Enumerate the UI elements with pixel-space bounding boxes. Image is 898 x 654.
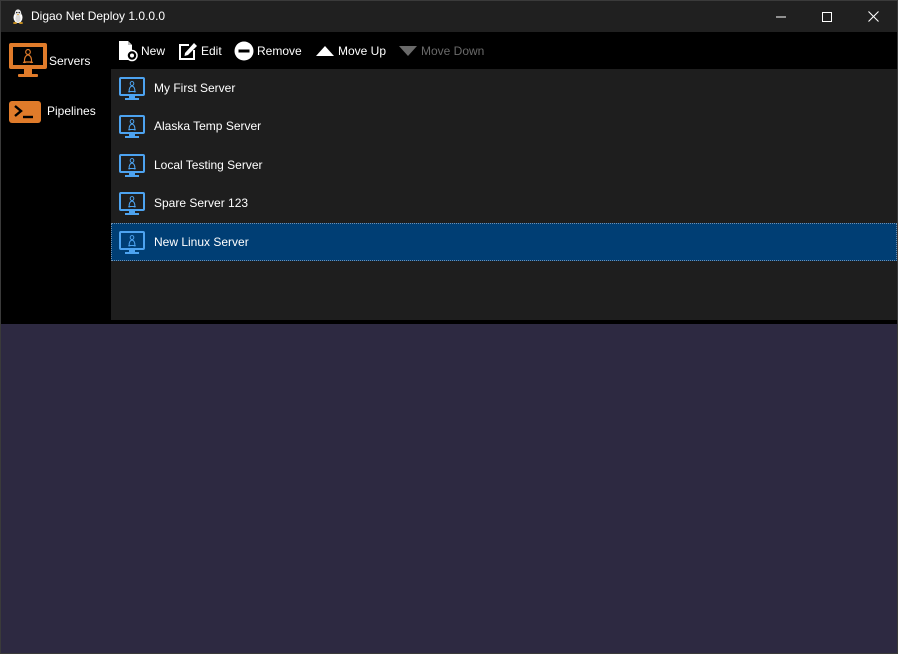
triangle-up-icon	[316, 46, 334, 56]
server-name: Local Testing Server	[154, 158, 263, 172]
linux-server-icon	[119, 77, 145, 100]
edit-button[interactable]: Edit	[177, 40, 222, 62]
server-monitor-icon	[9, 43, 47, 77]
content-area	[1, 324, 897, 653]
new-document-icon	[119, 41, 138, 62]
server-name: Spare Server 123	[154, 196, 249, 210]
move-up-label: Move Up	[338, 44, 387, 58]
server-name: My First Server	[154, 81, 236, 95]
toolbar: New Edit Remove Move Up Move Down	[111, 32, 897, 69]
sidebar-item-servers[interactable]: Servers	[1, 40, 109, 82]
remove-button[interactable]: Remove	[233, 40, 302, 62]
terminal-prompt-icon	[9, 101, 41, 123]
edit-pencil-icon	[179, 43, 197, 60]
new-button[interactable]: New	[117, 40, 165, 62]
list-item[interactable]: Local Testing Server	[111, 146, 897, 184]
move-down-button[interactable]: Move Down	[397, 40, 484, 62]
sidebar: Servers Pipelines	[1, 32, 109, 320]
list-item[interactable]: Spare Server 123	[111, 184, 897, 222]
server-name: New Linux Server	[154, 235, 249, 249]
linux-server-icon	[119, 192, 145, 215]
linux-server-icon	[119, 154, 145, 177]
remove-label: Remove	[257, 44, 302, 58]
title-bar[interactable]: Digao Net Deploy 1.0.0.0	[1, 1, 897, 32]
remove-minus-circle-icon	[234, 41, 254, 61]
move-down-label: Move Down	[421, 44, 485, 58]
server-name: Alaska Temp Server	[154, 119, 262, 133]
minimize-button[interactable]	[758, 1, 804, 32]
close-button[interactable]	[850, 1, 896, 32]
list-item[interactable]: Alaska Temp Server	[111, 107, 897, 145]
sidebar-item-pipelines[interactable]: Pipelines	[1, 90, 109, 132]
triangle-down-icon	[399, 46, 417, 56]
edit-label: Edit	[201, 44, 222, 58]
list-item[interactable]: My First Server	[111, 69, 897, 107]
main-panel: Servers Pipelines New Edit Remove Move U…	[1, 32, 897, 324]
linux-server-icon	[119, 115, 145, 138]
server-list[interactable]: My First Server Alaska Temp Server Local…	[111, 69, 897, 320]
minimize-icon	[776, 16, 786, 17]
sidebar-item-label: Pipelines	[47, 104, 96, 118]
maximize-button[interactable]	[804, 1, 850, 32]
linux-tux-icon	[13, 9, 23, 24]
move-up-button[interactable]: Move Up	[314, 40, 386, 62]
sidebar-item-label: Servers	[49, 54, 91, 68]
list-item-selected[interactable]: New Linux Server	[111, 223, 897, 261]
app-window: Digao Net Deploy 1.0.0.0 Servers Pipelin…	[0, 0, 898, 654]
maximize-icon	[822, 11, 832, 22]
linux-server-icon	[119, 231, 145, 254]
new-label: New	[141, 44, 166, 58]
close-icon	[867, 11, 879, 22]
window-title: Digao Net Deploy 1.0.0.0	[31, 9, 166, 23]
